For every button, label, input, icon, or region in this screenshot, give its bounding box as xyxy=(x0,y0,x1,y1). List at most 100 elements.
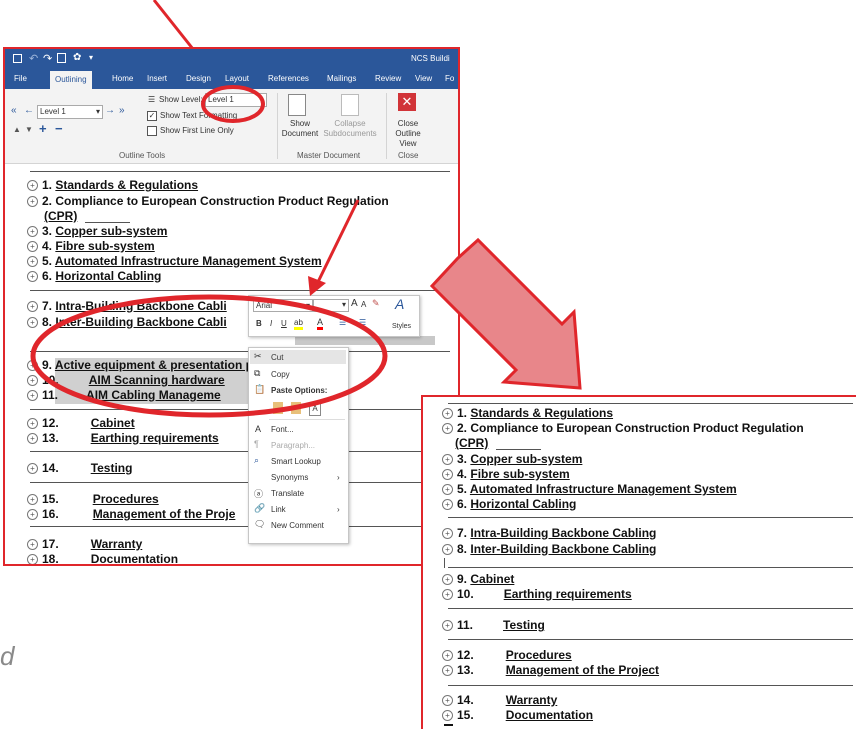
print-preview-icon[interactable] xyxy=(57,53,66,63)
outline-item[interactable]: +7. Intra-Building Backbone Cabling xyxy=(442,526,656,540)
undo-icon[interactable]: ↶ xyxy=(29,52,38,65)
underline-icon[interactable]: U xyxy=(281,319,287,328)
styles-label: Styles xyxy=(392,323,412,330)
outline-item[interactable]: +12. Procedures xyxy=(442,648,572,662)
outline-item[interactable]: +17. Warranty xyxy=(27,537,142,551)
show-text-formatting-checkbox[interactable]: ✓ xyxy=(147,111,157,121)
tab-view[interactable]: View xyxy=(415,74,432,83)
show-first-line-only-checkbox[interactable] xyxy=(147,126,157,136)
bullets-icon[interactable]: ☰ xyxy=(339,318,346,327)
format-painter-icon[interactable]: ✎ xyxy=(372,298,380,309)
font-menu-item[interactable]: Font... xyxy=(271,425,294,434)
outline-item[interactable]: +13. Management of the Project xyxy=(442,663,659,677)
demote-to-body-icon[interactable]: » xyxy=(119,105,125,116)
copy-menu-item[interactable]: Copy xyxy=(271,370,290,379)
outline-item[interactable]: +3. Copper sub-system xyxy=(27,224,167,238)
synonyms-menu-item[interactable]: Synonyms xyxy=(271,473,308,482)
expand-plus-icon: + xyxy=(442,544,453,555)
paste-text-only-icon[interactable]: A xyxy=(309,402,321,416)
collapse-icon[interactable]: − xyxy=(55,121,63,136)
paragraph-menu-item[interactable]: Paragraph... xyxy=(271,441,315,450)
outline-item[interactable]: +2. Compliance to European Construction … xyxy=(27,194,389,208)
translate-menu-item[interactable]: Translate xyxy=(271,489,304,498)
tab-file[interactable]: File xyxy=(14,74,27,83)
tab-layout[interactable]: Layout xyxy=(225,74,249,83)
tab-references[interactable]: References xyxy=(268,74,309,83)
outline-item[interactable]: +7. Intra-Building Backbone Cabli xyxy=(27,299,227,313)
outline-item[interactable]: +10. Earthing requirements xyxy=(442,587,632,601)
numbering-icon[interactable]: ☰ xyxy=(359,318,366,327)
outline-item[interactable]: +15. Documentation xyxy=(442,708,593,722)
link-menu-item[interactable]: Link xyxy=(271,505,286,514)
outline-item[interactable]: +15. Procedures xyxy=(27,492,159,506)
highlight-icon[interactable]: ab xyxy=(294,318,303,330)
outline-item[interactable]: +11. Testing xyxy=(442,618,545,632)
outline-item[interactable]: +4. Fibre sub-system xyxy=(27,239,155,253)
outline-item[interactable]: +16. Management of the Proje xyxy=(27,507,235,521)
outline-item[interactable]: +8. Inter-Building Backbone Cabling xyxy=(442,542,656,556)
font-color-icon[interactable]: A xyxy=(317,317,324,330)
tab-format[interactable]: Fo xyxy=(445,74,454,83)
tab-home[interactable]: Home xyxy=(112,74,133,83)
tab-insert[interactable]: Insert xyxy=(147,74,167,83)
show-document-button[interactable]: Show Document xyxy=(280,119,320,139)
translate-icon: ⓐ xyxy=(254,489,264,499)
tab-review[interactable]: Review xyxy=(375,74,401,83)
shrink-font-icon[interactable]: A xyxy=(361,300,366,309)
outline-item[interactable]: +5. Automated Infrastructure Management … xyxy=(27,254,322,268)
level-select[interactable]: Level 1 ▾ xyxy=(37,105,103,119)
outline-item[interactable]: +5. Automated Infrastructure Management … xyxy=(442,482,737,496)
outline-item[interactable]: +6. Horizontal Cabling xyxy=(27,269,161,283)
tab-design[interactable]: Design xyxy=(186,74,211,83)
promote-icon[interactable]: ← xyxy=(24,105,34,116)
outline-item[interactable]: +13. Earthing requirements xyxy=(27,431,219,445)
tab-mailings[interactable]: Mailings xyxy=(327,74,356,83)
section-divider xyxy=(448,639,853,640)
dropdown-icon[interactable]: ▾ xyxy=(89,53,93,62)
section-divider xyxy=(30,451,450,452)
outline-item[interactable]: +3. Copper sub-system xyxy=(442,452,582,466)
font-name-select[interactable]: Arial ▾ xyxy=(253,299,313,312)
new-comment-icon: 🗨 xyxy=(254,519,266,529)
styles-icon[interactable]: A xyxy=(395,296,404,312)
smart-lookup-menu-item[interactable]: Smart Lookup xyxy=(271,457,321,466)
outline-item-selected[interactable]: +11. AIM Cabling Manageme xyxy=(27,388,221,402)
cursor-underscore xyxy=(444,724,453,726)
italic-icon[interactable]: I xyxy=(270,319,272,328)
outline-item[interactable]: +8. Inter-Building Backbone Cabli xyxy=(27,315,227,329)
expand-plus-icon: + xyxy=(27,256,38,267)
outline-item[interactable]: +4. Fibre sub-system xyxy=(442,467,570,481)
show-level-select[interactable]: Level 1 xyxy=(205,93,267,107)
demote-icon[interactable]: → xyxy=(105,105,115,116)
outline-item[interactable]: +1. Standards & Regulations xyxy=(27,178,198,192)
outline-item[interactable]: +2. Compliance to European Construction … xyxy=(442,421,804,435)
outline-item[interactable]: +9. Cabinet xyxy=(442,572,514,586)
section-divider xyxy=(448,403,853,404)
paste-keep-source-icon[interactable] xyxy=(273,402,283,414)
outline-item[interactable]: +6. Horizontal Cabling xyxy=(442,497,576,511)
outline-item-selected[interactable]: +9. Active equipment & presentation pane… xyxy=(27,358,284,372)
paste-merge-icon[interactable] xyxy=(291,402,301,414)
outline-item[interactable]: +14. Warranty xyxy=(442,693,557,707)
show-level-icon: ☰ xyxy=(148,95,156,104)
customize-icon[interactable]: ✿ xyxy=(73,52,81,63)
grow-font-icon[interactable]: A xyxy=(351,298,358,309)
move-down-icon[interactable]: ▼ xyxy=(25,125,33,134)
tab-outlining[interactable]: Outlining xyxy=(50,71,92,89)
outline-item[interactable]: +18. Documentation xyxy=(27,552,178,564)
outline-item-selected[interactable]: +10. AIM Scanning hardware xyxy=(27,373,225,387)
font-size-select[interactable]: ▾ xyxy=(313,299,349,312)
redo-icon[interactable]: ↷ xyxy=(43,52,52,65)
promote-to-heading-icon[interactable]: « xyxy=(11,105,17,116)
outline-item[interactable]: +14. Testing xyxy=(27,461,132,475)
save-icon[interactable] xyxy=(13,54,22,63)
outline-item[interactable]: +1. Standards & Regulations xyxy=(442,406,613,420)
new-comment-menu-item[interactable]: New Comment xyxy=(271,521,324,530)
bold-icon[interactable]: B xyxy=(256,319,262,328)
expand-icon[interactable]: + xyxy=(39,121,47,136)
collapse-subdocuments-button[interactable]: Collapse Subdocuments xyxy=(320,119,380,139)
cut-menu-item[interactable]: Cut xyxy=(271,353,283,362)
close-outline-view-button[interactable]: Close Outline View xyxy=(387,119,429,149)
outline-item[interactable]: +12. Cabinet xyxy=(27,416,135,430)
move-up-icon[interactable]: ▲ xyxy=(13,125,21,134)
